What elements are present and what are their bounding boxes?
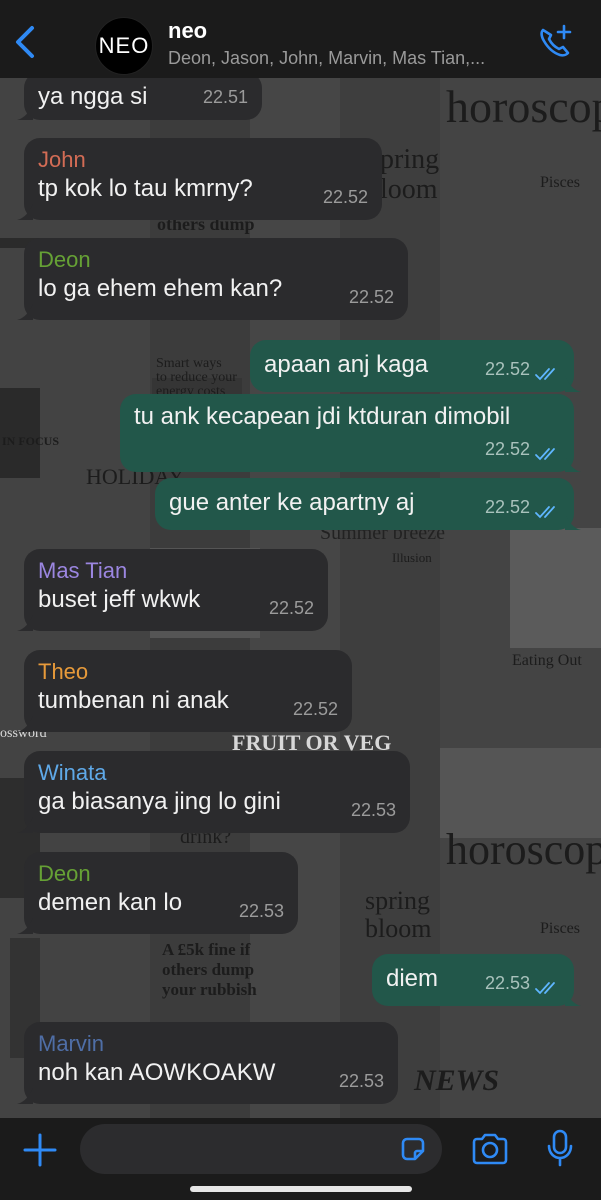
chat-participants[interactable]: Deon, Jason, John, Marvin, Mas Tian,... [168, 48, 528, 69]
outgoing-message[interactable]: gue anter ke apartny aj 22.52 [155, 478, 581, 530]
sender-name[interactable]: Deon [38, 860, 284, 888]
bubble-tail [17, 304, 33, 320]
message-text: tp kok lo tau kmrny? [38, 175, 253, 202]
message-timestamp: 22.52 [322, 187, 368, 207]
group-avatar[interactable]: NEO [95, 17, 153, 75]
bubble-tail [565, 376, 581, 392]
sender-name[interactable]: Mas Tian [38, 557, 314, 585]
chevron-left-icon [16, 26, 34, 58]
back-button[interactable] [8, 22, 42, 62]
bubble-tail [17, 104, 33, 120]
wallpaper-text: Eating Out [512, 652, 582, 669]
sender-name[interactable]: Theo [38, 658, 338, 686]
wallpaper-text: loom [380, 174, 438, 205]
incoming-message[interactable]: ya ngga si 22.51 [17, 72, 262, 120]
sender-name[interactable]: Deon [38, 246, 394, 274]
microphone-icon [547, 1129, 573, 1167]
message-text: tu ank kecapean jdi ktduran dimobil [134, 403, 511, 430]
message-text: ga biasanya jing lo gini [38, 788, 281, 815]
incoming-message[interactable]: Mas Tian buset jeff wkwk 22.52 [17, 549, 328, 631]
sticker-button[interactable] [398, 1134, 428, 1164]
bubble-tail [17, 615, 33, 631]
sender-name[interactable]: Winata [38, 759, 396, 787]
wallpaper-text: bloom [365, 914, 432, 943]
bubble-tail [17, 817, 33, 833]
wallpaper-text: spring [365, 886, 430, 915]
message-timestamp: 22.53 [350, 800, 396, 820]
bubble-tail [17, 204, 33, 220]
message-input[interactable] [80, 1124, 442, 1174]
message-timestamp: 22.52 [292, 699, 338, 719]
message-timestamp: 22.52 [348, 287, 394, 307]
message-timestamp: 22.52 [484, 359, 530, 379]
wallpaper-text: Pisces [540, 174, 580, 191]
wallpaper-text: horoscop [446, 81, 601, 132]
outgoing-message[interactable]: tu ank kecapean jdi ktduran dimobil 22.52 [120, 394, 581, 472]
read-receipt-icon [535, 448, 555, 461]
incoming-message[interactable]: Deon lo ga ehem ehem kan? 22.52 [17, 238, 408, 320]
bubble-tail [17, 716, 33, 732]
incoming-message[interactable]: Marvin noh kan AOWKOAKW 22.53 [17, 1022, 398, 1104]
message-text: noh kan AOWKOAKW [38, 1059, 276, 1086]
camera-icon [472, 1133, 508, 1165]
message-timestamp: 22.52 [268, 598, 314, 618]
group-call-button[interactable] [535, 22, 577, 62]
message-text: lo ga ehem ehem kan? [38, 275, 283, 302]
incoming-message[interactable]: Deon demen kan lo 22.53 [17, 852, 298, 934]
bubble-tail [17, 1088, 33, 1104]
message-timestamp: 22.53 [238, 901, 284, 921]
wallpaper-text: A £5k fine if [162, 940, 251, 959]
wallpaper-text: others dump [162, 960, 255, 979]
read-receipt-icon [535, 982, 555, 995]
bubble-tail [565, 990, 581, 1006]
outgoing-message[interactable]: diem 22.53 [372, 954, 581, 1006]
wallpaper-text: pring [380, 144, 440, 175]
message-input-bar [0, 1118, 601, 1200]
home-indicator [190, 1186, 412, 1192]
plus-icon [23, 1133, 57, 1167]
wallpaper-text: NEWS [414, 1064, 500, 1097]
message-timestamp: 22.53 [338, 1071, 384, 1091]
phone-plus-icon [540, 24, 572, 57]
chat-title[interactable]: neo [168, 18, 207, 44]
avatar-text: NEO [98, 33, 150, 58]
message-timestamp: 22.51 [202, 87, 248, 107]
wallpaper-text: IN FOCUS [2, 434, 60, 448]
sender-name[interactable]: John [38, 146, 368, 174]
message-timestamp: 22.52 [484, 497, 530, 517]
incoming-message[interactable]: Winata ga biasanya jing lo gini 22.53 [17, 751, 410, 833]
sticker-icon [401, 1137, 425, 1161]
wallpaper-text: Illusion [392, 550, 432, 565]
wallpaper-text: Pisces [540, 920, 580, 937]
message-timestamp: 22.52 [484, 439, 530, 459]
chat-header: NEO neo Deon, Jason, John, Marvin, Mas T… [0, 0, 601, 78]
bubble-tail [565, 514, 581, 530]
read-receipt-icon [535, 506, 555, 519]
wallpaper-text: your rubbish [162, 980, 257, 999]
message-timestamp: 22.53 [484, 973, 530, 993]
sender-name[interactable]: Marvin [38, 1030, 384, 1058]
attach-button[interactable] [20, 1130, 60, 1170]
read-receipt-icon [535, 368, 555, 381]
voice-message-button[interactable] [545, 1128, 575, 1168]
bubble-tail [565, 456, 581, 472]
bubble-tail [17, 918, 33, 934]
outgoing-message[interactable]: apaan anj kaga 22.52 [250, 340, 581, 392]
wallpaper-text: horoscop [446, 825, 601, 874]
camera-button[interactable] [470, 1130, 510, 1168]
incoming-message[interactable]: Theo tumbenan ni anak 22.52 [17, 650, 352, 732]
incoming-message[interactable]: John tp kok lo tau kmrny? 22.52 [17, 138, 382, 220]
